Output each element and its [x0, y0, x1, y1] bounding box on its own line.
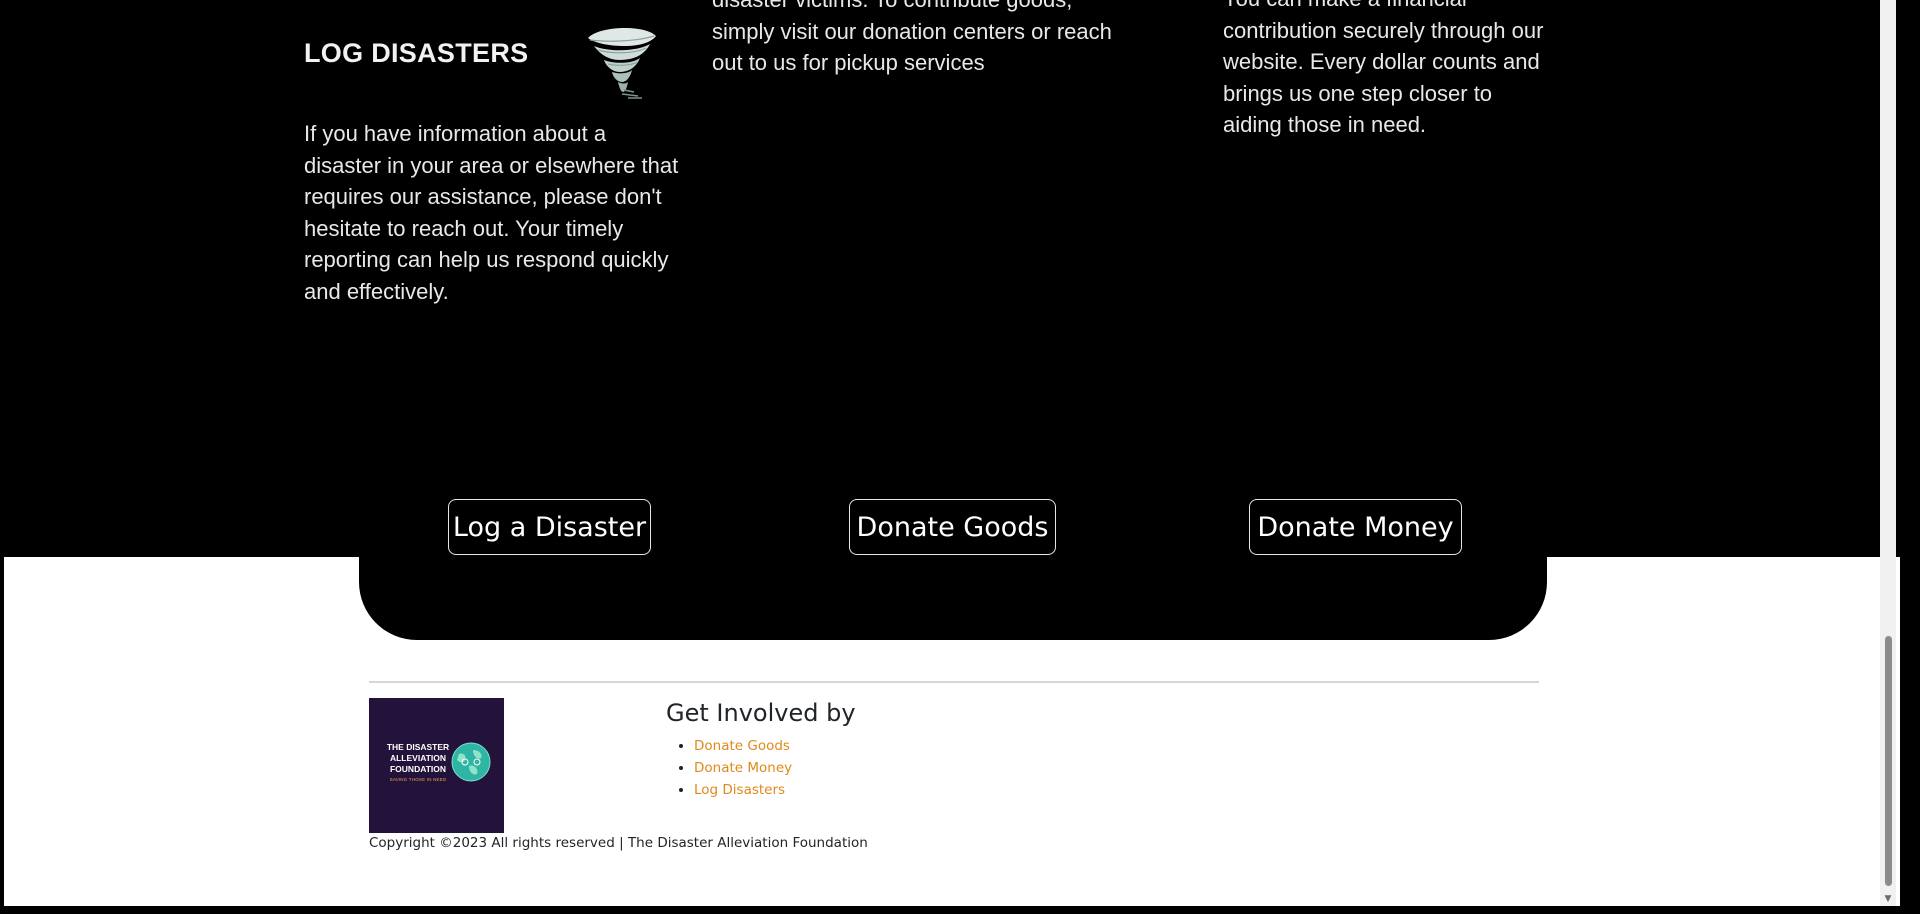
page-viewport: LOG DISASTERS If you have information ab… — [4, 0, 1900, 906]
copyright-text: Copyright ©2023 All rights reserved | Th… — [369, 835, 868, 851]
vertical-scrollbar[interactable]: ▼ — [1880, 0, 1896, 906]
logo-title: THE DISASTER ALLEVIATION FOUNDATION — [382, 742, 454, 775]
log-text-line: hesitate to reach out. Your timely — [304, 215, 624, 241]
goods-text-line: simply visit our donation centers or rea… — [712, 18, 1112, 44]
goods-text-line: disaster victims. To contribute goods, — [712, 0, 1152, 16]
logo-title-line: THE DISASTER — [386, 742, 450, 752]
list-item: Donate Goods — [694, 735, 792, 757]
foundation-logo: THE DISASTER ALLEVIATION FOUNDATION SAVI… — [369, 698, 504, 833]
donate-goods-link[interactable]: Donate Goods — [694, 738, 790, 754]
donate-money-text: You can make a financial contribution se… — [1223, 0, 1623, 141]
logo-title-line: FOUNDATION — [389, 764, 447, 774]
log-disasters-heading: LOG DISASTERS — [304, 38, 529, 68]
goods-text-line: out to us for pickup services — [712, 50, 985, 75]
get-involved-heading: Get Involved by — [666, 699, 856, 727]
scroll-down-arrow-icon[interactable]: ▼ — [1883, 894, 1893, 904]
money-text-line: brings us one step closer to — [1223, 80, 1493, 106]
logo-tagline: SAVING THOSE IN NEED — [389, 777, 447, 782]
logo-title-line: ALLEVIATION — [389, 753, 447, 763]
donate-money-link[interactable]: Donate Money — [694, 760, 792, 776]
log-text-line: requires our assistance, please don't — [304, 184, 662, 209]
list-item: Donate Money — [694, 757, 792, 779]
donate-goods-text: disaster victims. To contribute goods, s… — [712, 0, 1152, 79]
donate-goods-button[interactable]: Donate Goods — [849, 499, 1056, 555]
money-text-line: aiding those in need. — [1223, 112, 1427, 137]
log-text-line: If you have information about a — [304, 121, 607, 146]
money-text-line: website. Every dollar counts and — [1223, 49, 1540, 74]
log-text-line: and effectively. — [304, 278, 449, 304]
services-section-tab — [359, 540, 1547, 640]
log-text-line: disaster in your area or elsewhere that — [304, 152, 679, 178]
scrollbar-thumb[interactable] — [1885, 636, 1892, 886]
log-disasters-link[interactable]: Log Disasters — [694, 782, 785, 798]
tornado-icon — [588, 27, 656, 99]
get-involved-list: Donate Goods Donate Money Log Disasters — [694, 735, 792, 801]
log-text-line: reporting can help us respond quickly — [304, 247, 669, 272]
money-text-line: You can make a financial — [1223, 0, 1623, 15]
globe-icon — [451, 742, 491, 782]
footer-divider — [369, 681, 1539, 683]
log-a-disaster-button[interactable]: Log a Disaster — [448, 499, 651, 555]
list-item: Log Disasters — [694, 779, 792, 801]
log-disasters-text: If you have information about a disaster… — [304, 118, 694, 307]
donate-money-button[interactable]: Donate Money — [1249, 499, 1462, 555]
money-text-line: contribution securely through our — [1223, 17, 1544, 43]
